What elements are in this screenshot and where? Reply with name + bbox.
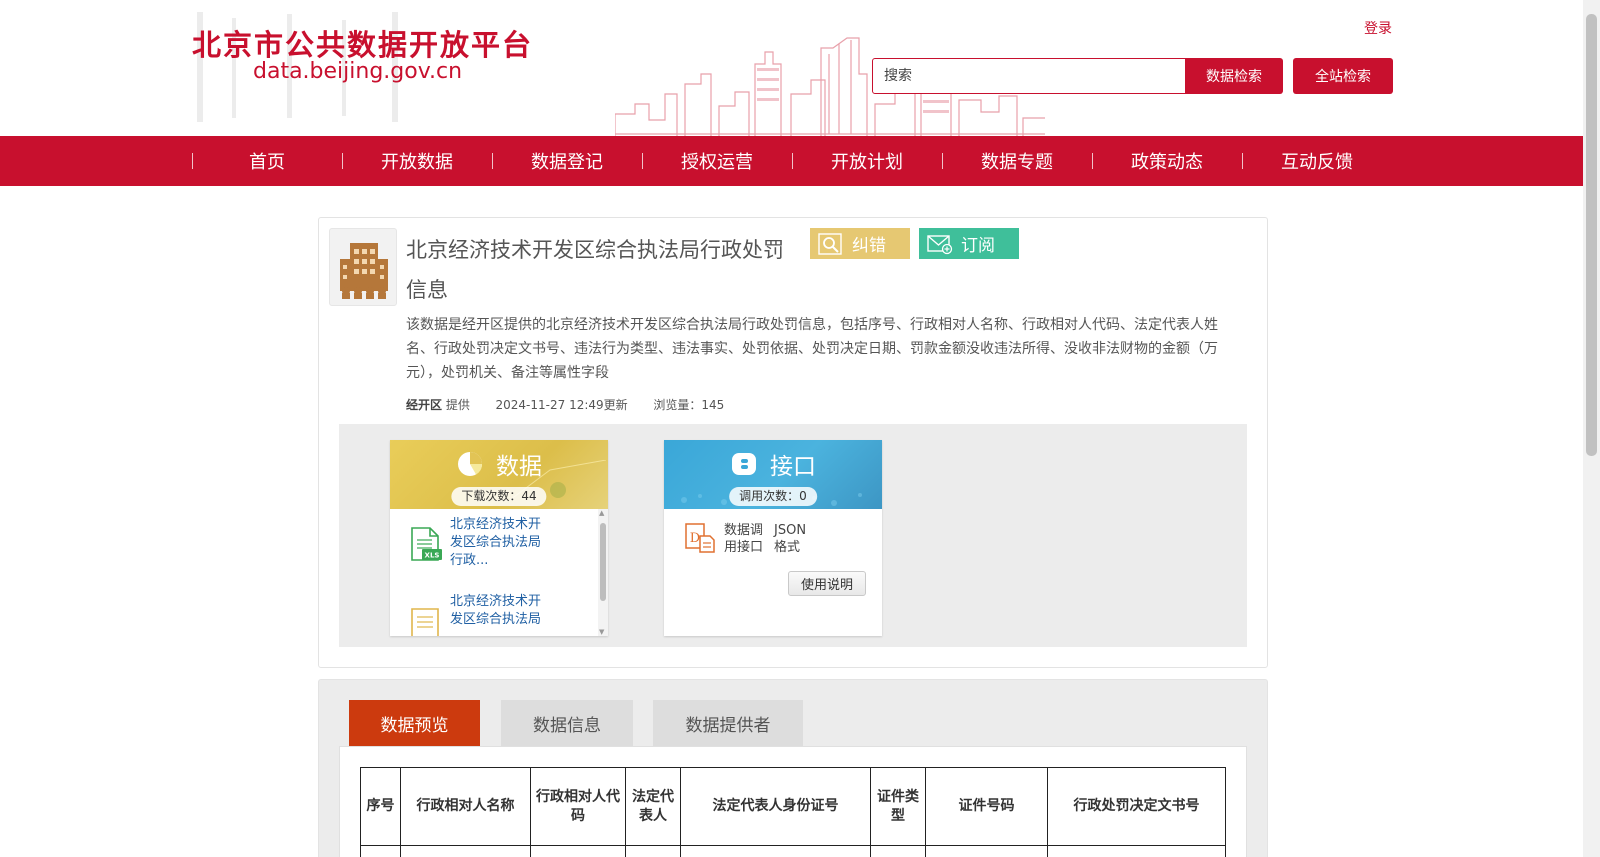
nav-item-open-data[interactable]: 开放数据 — [342, 136, 492, 186]
detail-tabs-card: 数据预览 数据信息 数据提供者 序号 行政相对人名称 行政相对人代码 法定代表人… — [318, 679, 1268, 857]
scroll-down-arrow[interactable]: ▼ — [599, 628, 604, 636]
correct-label: 纠错 — [852, 236, 886, 256]
dataset-description: 该数据是经开区提供的北京经济技术开发区综合执法局行政处罚信息，包括序号、行政相对… — [406, 317, 1218, 381]
correct-button[interactable]: 纠错 — [810, 228, 910, 259]
subscribe-label: 订阅 — [961, 236, 995, 256]
nav-item-policy-news[interactable]: 政策动态 — [1092, 136, 1242, 186]
page-scrollbar[interactable] — [1583, 0, 1600, 857]
table-row — [360, 845, 1226, 857]
site-domain: data.beijing.gov.cn — [253, 59, 463, 84]
file-list-scrollbar[interactable]: ▲ ▼ — [598, 509, 608, 636]
dataset-card: 北京经济技术开发区综合执法局行政处罚信息 纠错 订阅 该数据是经开区提供的北京经… — [318, 217, 1268, 668]
csv-file-icon — [411, 608, 439, 636]
scroll-up-arrow[interactable]: ▲ — [599, 509, 604, 517]
svg-text:XLS: XLS — [425, 552, 440, 560]
column-header: 法定代表人 — [625, 767, 681, 846]
search-input[interactable] — [873, 59, 1185, 93]
api-box-header: 接口 调用次数：0 — [664, 440, 882, 509]
dataset-title: 北京经济技术开发区综合执法局行政处罚信息 — [406, 238, 784, 302]
svg-text:D: D — [690, 531, 700, 546]
nav-item-authorized-operation[interactable]: 授权运营 — [642, 136, 792, 186]
data-box-header: 数据 下载次数：44 — [390, 440, 608, 509]
login-link[interactable]: 登录 — [1364, 18, 1392, 38]
tab-data-preview[interactable]: 数据预览 — [349, 700, 480, 746]
api-box: 接口 调用次数：0 D 数据调用接口 JSON格式 使用说明 — [664, 440, 882, 636]
data-download-box: 数据 下载次数：44 XLS 北京经济技术开发区综合执法局行政... 北京经济技… — [390, 440, 608, 636]
file-item[interactable]: XLS 北京经济技术开发区综合执法局行政... — [390, 516, 590, 580]
data-box-title: 数据 — [390, 447, 608, 481]
column-header: 序号 — [360, 767, 401, 846]
nav-item-feedback[interactable]: 互动反馈 — [1242, 136, 1392, 186]
tab-data-provider[interactable]: 数据提供者 — [653, 700, 803, 746]
site-header: 北京市公共数据开放平台 data.beijing.gov.cn 登录 搜索 数据… — [0, 0, 1583, 136]
column-header: 行政相对人名称 — [400, 767, 531, 846]
nav-item-data-topics[interactable]: 数据专题 — [942, 136, 1092, 186]
api-box-title: 接口 — [664, 447, 882, 481]
api-item[interactable]: D 数据调用接口 JSON格式 — [684, 522, 818, 556]
page: 北京市公共数据开放平台 data.beijing.gov.cn 登录 搜索 数据… — [0, 0, 1600, 857]
search-box — [872, 58, 1186, 94]
api-icon — [732, 453, 756, 475]
nav-item-data-registration[interactable]: 数据登记 — [492, 136, 642, 186]
subscribe-button[interactable]: 订阅 — [919, 228, 1019, 259]
preview-table-area: 序号 行政相对人名称 行政相对人代码 法定代表人 法定代表人身份证号 证件类型 … — [339, 746, 1247, 857]
column-header: 行政处罚决定文书号 — [1047, 767, 1226, 846]
provider-name: 经开区 — [406, 398, 443, 412]
download-count: 下载次数：44 — [451, 487, 547, 506]
dataset-meta: 经开区 提供 2024-11-27 12:49更新 浏览量：145 — [406, 396, 724, 413]
main-nav: 首页 开放数据 数据登记 授权运营 开放计划 数据专题 政策动态 互动反馈 — [0, 136, 1583, 186]
column-header: 法定代表人身份证号 — [680, 767, 871, 846]
preview-table: 序号 行政相对人名称 行政相对人代码 法定代表人 法定代表人身份证号 证件类型 … — [360, 767, 1226, 857]
tab-data-info[interactable]: 数据信息 — [501, 700, 633, 746]
file-name[interactable]: 北京经济技术开发区综合执法局 — [450, 593, 550, 629]
file-item[interactable]: 北京经济技术开发区综合执法局 — [390, 593, 590, 636]
column-header: 行政相对人代码 — [530, 767, 626, 846]
pie-chart-icon — [458, 452, 482, 476]
file-name[interactable]: 北京经济技术开发区综合执法局行政... — [450, 516, 550, 570]
document-icon: D — [685, 523, 715, 553]
column-header: 证件号码 — [925, 767, 1048, 846]
building-icon — [329, 228, 397, 306]
column-header: 证件类型 — [870, 767, 926, 846]
view-count: 浏览量：145 — [653, 398, 725, 412]
provider-suffix: 提供 — [445, 398, 470, 412]
xls-file-icon: XLS — [411, 527, 442, 561]
api-box-title-text: 接口 — [770, 454, 816, 480]
site-search-button[interactable]: 全站检索 — [1293, 58, 1393, 94]
nav-item-open-plan[interactable]: 开放计划 — [792, 136, 942, 186]
api-name[interactable]: 数据调用接口 — [724, 522, 772, 556]
data-search-button[interactable]: 数据检索 — [1185, 58, 1283, 94]
nav-item-home[interactable]: 首页 — [192, 136, 342, 186]
update-time: 2024-11-27 12:49更新 — [495, 398, 628, 412]
data-box-title-text: 数据 — [496, 454, 542, 480]
search-icon — [818, 232, 842, 255]
site-title[interactable]: 北京市公共数据开放平台 — [192, 22, 533, 64]
table-header-row: 序号 行政相对人名称 行政相对人代码 法定代表人 法定代表人身份证号 证件类型 … — [360, 767, 1226, 846]
api-call-count: 调用次数：0 — [729, 487, 817, 506]
api-format: JSON格式 — [774, 523, 807, 555]
scrollbar-thumb[interactable] — [600, 523, 606, 601]
resource-panel: 数据 下载次数：44 XLS 北京经济技术开发区综合执法局行政... 北京经济技… — [339, 424, 1247, 647]
page-scrollbar-thumb[interactable] — [1586, 14, 1597, 456]
usage-guide-button[interactable]: 使用说明 — [788, 571, 866, 596]
mail-icon — [927, 234, 953, 254]
